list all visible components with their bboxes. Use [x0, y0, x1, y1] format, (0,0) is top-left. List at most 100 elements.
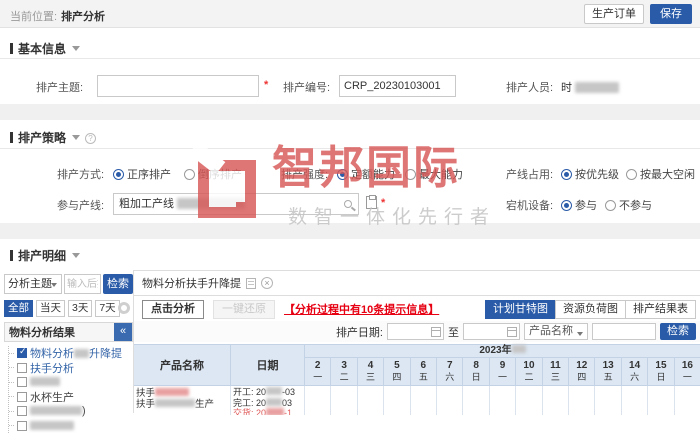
section-basic-info[interactable]: 基本信息	[10, 40, 80, 57]
radio-icon[interactable]	[113, 169, 124, 180]
tree-item[interactable]	[9, 375, 133, 390]
redacted-name	[575, 82, 619, 93]
view-tab-button[interactable]: 资源负荷图	[555, 300, 626, 319]
day-column-header: 2 一	[305, 358, 331, 385]
note-icon[interactable]	[246, 278, 256, 289]
picker-icon[interactable]	[366, 196, 377, 209]
gantt-cell[interactable]	[516, 386, 542, 415]
alert-messages-link[interactable]: 【分析过程中有10条提示信息】	[284, 301, 439, 317]
sidebar-search-input[interactable]	[64, 274, 101, 294]
checkbox[interactable]	[17, 392, 27, 402]
time-filter-button[interactable]: 7天	[95, 300, 119, 317]
radio-icon[interactable]	[337, 169, 348, 180]
radio-icon[interactable]	[605, 200, 616, 211]
radio-by-max-idle[interactable]: 按最大空闲	[626, 166, 695, 182]
gantt-cell[interactable]	[384, 386, 410, 415]
date-label: 排产日期:	[336, 324, 383, 340]
filter-settings-icon[interactable]	[118, 302, 130, 314]
gantt-cell[interactable]	[595, 386, 621, 415]
time-filter-button[interactable]: 当天	[36, 300, 65, 317]
number-input[interactable]	[339, 75, 456, 97]
radio-backward-scheduling[interactable]: 倒序排产	[184, 166, 242, 182]
checkbox[interactable]	[17, 421, 27, 431]
analysis-tree: 物料分析升降提 扶手分析 水杯生产 )	[8, 346, 133, 433]
gantt-cell[interactable]	[437, 386, 463, 415]
occupy-label: 产线占用:	[506, 166, 553, 182]
time-filter-button[interactable]: 3天	[68, 300, 92, 317]
section-strategy[interactable]: 排产策略	[10, 129, 96, 146]
radio-quota-capacity[interactable]: 定额能力	[337, 166, 395, 182]
calendar-icon[interactable]	[507, 327, 517, 337]
radio-icon[interactable]	[626, 169, 637, 180]
gantt-cell[interactable]	[622, 386, 648, 415]
radio-by-priority[interactable]: 按优先级	[561, 166, 619, 182]
gantt-cell[interactable]	[648, 386, 674, 415]
section-detail[interactable]: 排产明细	[10, 247, 80, 264]
gantt-cell[interactable]	[543, 386, 569, 415]
redacted-text	[30, 377, 60, 386]
gantt-cell[interactable]	[490, 386, 516, 415]
production-order-button[interactable]: 生产订单	[584, 4, 644, 24]
tree-item[interactable]: 物料分析升降提	[9, 346, 133, 361]
day-column-header: 13 五	[595, 358, 621, 385]
gantt-header: 产品名称 日期 2023年 2 一 3 二	[134, 345, 700, 385]
calendar-icon[interactable]	[431, 327, 441, 337]
view-tab-button[interactable]: 排产结果表	[625, 300, 696, 319]
section-bar	[10, 132, 13, 143]
sidebar-search-button[interactable]: 检索	[103, 274, 133, 294]
analyze-button[interactable]: 点击分析	[142, 300, 204, 319]
gantt-cell[interactable]	[358, 386, 384, 415]
chevron-down-icon[interactable]	[72, 46, 80, 51]
subject-input[interactable]	[97, 75, 259, 97]
checkbox[interactable]	[17, 406, 27, 416]
lines-label: 参与产线:	[57, 197, 104, 213]
radio-forward-scheduling[interactable]: 正序排产	[113, 166, 171, 182]
tree-item[interactable]: 水杯生产	[9, 390, 133, 405]
gantt-cell[interactable]	[305, 386, 331, 415]
time-filter-button[interactable]: 全部	[4, 300, 33, 317]
help-icon[interactable]	[85, 133, 96, 144]
method-label: 排产方式:	[57, 166, 104, 182]
chevron-down-icon[interactable]	[72, 253, 80, 258]
day-column-header: 8 日	[463, 358, 489, 385]
day-column-header: 14 六	[622, 358, 648, 385]
view-tab-button[interactable]: 计划甘特图	[485, 300, 556, 319]
date-to-input[interactable]	[463, 323, 520, 340]
tab-material-analysis[interactable]: 物料分析扶手升降提	[142, 275, 241, 291]
tree-item[interactable]: )	[9, 404, 133, 419]
gantt-cell[interactable]	[569, 386, 595, 415]
required-mark: *	[264, 79, 268, 91]
save-button[interactable]: 保存	[650, 4, 692, 24]
tree-item[interactable]	[9, 419, 133, 433]
page-title: 排产分析	[61, 11, 105, 23]
checkbox[interactable]	[17, 348, 27, 358]
restore-button[interactable]: 一键还原	[213, 300, 275, 319]
product-search-input[interactable]	[592, 323, 656, 340]
radio-downtime-skip[interactable]: 不参与	[605, 197, 652, 213]
gantt-cell[interactable]	[411, 386, 437, 415]
radio-icon[interactable]	[405, 169, 416, 180]
subject-select[interactable]: 分析主题	[4, 274, 62, 294]
tree-item[interactable]: 扶手分析	[9, 361, 133, 376]
chevron-down-icon[interactable]	[72, 135, 80, 140]
radio-icon[interactable]	[561, 200, 572, 211]
radio-max-capacity[interactable]: 最大能力	[405, 166, 463, 182]
radio-icon[interactable]	[561, 169, 572, 180]
radio-icon[interactable]	[184, 169, 195, 180]
search-icon[interactable]	[344, 200, 352, 208]
radio-downtime-join[interactable]: 参与	[561, 197, 597, 213]
close-tab-icon[interactable]	[261, 277, 273, 289]
checkbox[interactable]	[17, 377, 27, 387]
product-field-select[interactable]: 产品名称	[524, 323, 588, 340]
date-from-input[interactable]	[387, 323, 444, 340]
checkbox[interactable]	[17, 363, 27, 373]
gantt-search-button[interactable]: 检索	[660, 323, 696, 340]
production-lines-input[interactable]: 粗加工产线	[113, 193, 359, 215]
gantt-cell[interactable]	[331, 386, 357, 415]
gantt-cell[interactable]	[463, 386, 489, 415]
view-switch-group: 计划甘特图资源负荷图排产结果表	[486, 300, 696, 319]
day-column-header: 6 五	[411, 358, 437, 385]
gantt-cell[interactable]	[675, 386, 700, 415]
watermark: 智邦国际 数智一体化先行者	[196, 142, 526, 236]
collapse-button[interactable]: «	[114, 323, 132, 341]
